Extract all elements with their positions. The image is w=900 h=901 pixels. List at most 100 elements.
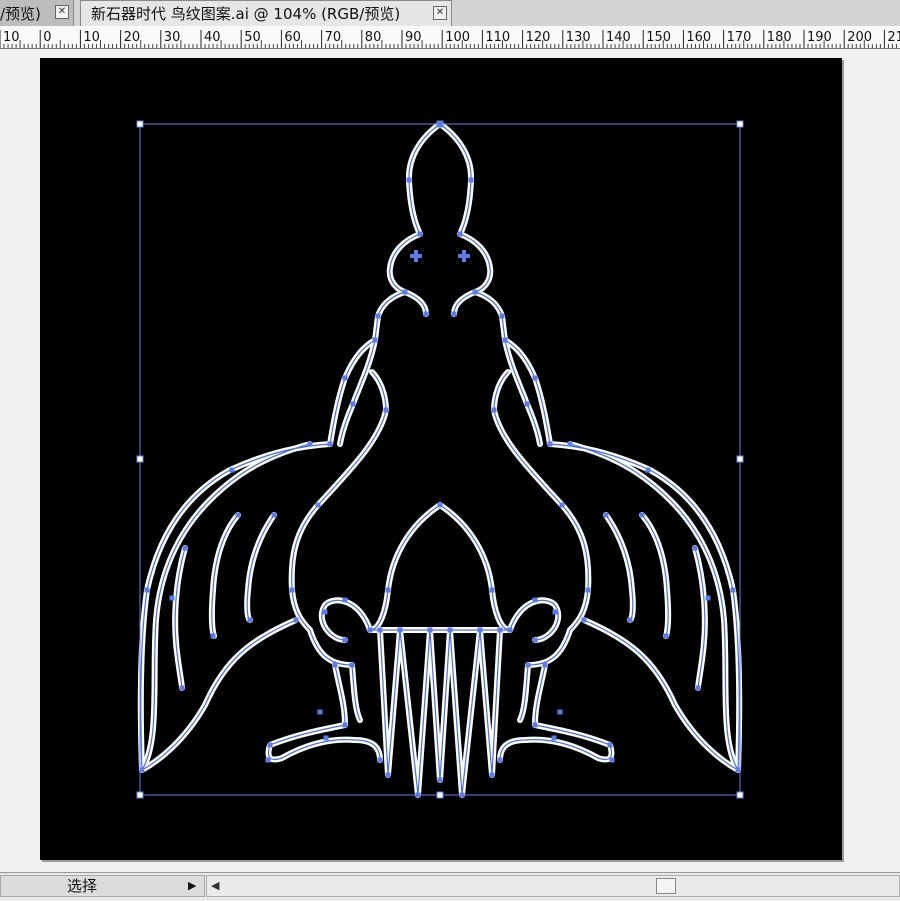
anchor-point[interactable]: [581, 617, 587, 623]
anchor-point[interactable]: [377, 757, 383, 763]
anchor-point[interactable]: [705, 595, 711, 601]
anchor-point[interactable]: [532, 722, 538, 728]
anchor-point[interactable]: [271, 512, 277, 518]
handle-top-left[interactable]: [136, 120, 144, 128]
anchor-point[interactable]: [182, 545, 188, 551]
handle-middle-right[interactable]: [736, 455, 744, 463]
anchor-point[interactable]: [567, 441, 573, 447]
anchor-point[interactable]: [502, 337, 508, 343]
anchor-point[interactable]: [377, 627, 383, 633]
anchor-point[interactable]: [342, 597, 348, 603]
anchor-point[interactable]: [477, 627, 483, 633]
anchor-point[interactable]: [293, 617, 299, 623]
anchor-point[interactable]: [406, 177, 412, 183]
anchor-point[interactable]: [315, 502, 321, 508]
anchor-point[interactable]: [497, 627, 503, 633]
anchor-point[interactable]: [375, 313, 381, 319]
anchor-point[interactable]: [639, 512, 645, 518]
anchor-point[interactable]: [342, 722, 348, 728]
anchor-point[interactable]: [559, 502, 565, 508]
anchor-point[interactable]: [552, 609, 558, 615]
handle-top-right[interactable]: [736, 120, 744, 128]
anchor-point[interactable]: [489, 587, 495, 593]
scroll-thumb[interactable]: [656, 878, 676, 894]
anchor-point[interactable]: [265, 757, 271, 763]
anchor-point[interactable]: [547, 441, 553, 447]
anchor-point[interactable]: [385, 587, 391, 593]
anchor-point[interactable]: [267, 742, 273, 748]
anchor-point[interactable]: [383, 407, 389, 413]
anchor-point[interactable]: [468, 177, 474, 183]
anchor-point[interactable]: [417, 231, 423, 237]
anchor-point[interactable]: [169, 595, 175, 601]
anchor-point[interactable]: [323, 735, 329, 741]
bounding-box-handles[interactable]: [136, 120, 744, 799]
handle-bottom-center[interactable]: [436, 791, 444, 799]
anchor-point[interactable]: [229, 467, 235, 473]
anchor-point[interactable]: [692, 545, 698, 551]
anchor-point[interactable]: [507, 627, 513, 633]
handle-bottom-left[interactable]: [136, 791, 144, 799]
horizontal-scrollbar[interactable]: ◀: [206, 875, 900, 897]
anchor-point[interactable]: [489, 772, 495, 778]
anchor-point[interactable]: [557, 709, 563, 715]
anchor-point[interactable]: [437, 777, 443, 783]
anchor-point[interactable]: [367, 627, 373, 633]
anchor-point[interactable]: [609, 757, 615, 763]
anchor-point[interactable]: [397, 627, 403, 633]
anchor-point[interactable]: [525, 662, 531, 668]
anchor-point[interactable]: [144, 587, 150, 593]
anchor-point[interactable]: [447, 627, 453, 633]
anchor-point[interactable]: [427, 627, 433, 633]
anchor-point[interactable]: [532, 597, 538, 603]
anchor-point[interactable]: [499, 313, 505, 319]
anchor-point[interactable]: [735, 767, 741, 773]
anchor-point[interactable]: [415, 792, 421, 798]
anchor-point[interactable]: [730, 587, 736, 593]
anchor-point[interactable]: [349, 662, 355, 668]
anchor-point[interactable]: [491, 407, 497, 413]
anchor-points[interactable]: [139, 121, 741, 798]
anchor-point[interactable]: [423, 311, 429, 317]
anchor-point[interactable]: [307, 441, 313, 447]
anchor-point[interactable]: [332, 662, 338, 668]
anchor-point[interactable]: [459, 792, 465, 798]
anchor-point[interactable]: [607, 742, 613, 748]
current-tool-field[interactable]: 选择: [0, 875, 205, 897]
anchor-point[interactable]: [322, 609, 328, 615]
anchor-point[interactable]: [532, 637, 538, 643]
anchor-point[interactable]: [603, 512, 609, 518]
anchor-point[interactable]: [472, 289, 478, 295]
anchor-point[interactable]: [385, 772, 391, 778]
status-menu-arrow-icon[interactable]: ▶: [188, 879, 196, 892]
anchor-point[interactable]: [350, 401, 356, 407]
handle-middle-left[interactable]: [136, 455, 144, 463]
anchor-point[interactable]: [437, 121, 443, 127]
anchor-point[interactable]: [645, 467, 651, 473]
anchor-point[interactable]: [627, 617, 633, 623]
anchor-point[interactable]: [235, 512, 241, 518]
anchor-point[interactable]: [695, 685, 701, 691]
anchor-point[interactable]: [289, 587, 295, 593]
anchor-point[interactable]: [663, 633, 669, 639]
anchor-point[interactable]: [402, 289, 408, 295]
anchor-point[interactable]: [542, 662, 548, 668]
anchor-point[interactable]: [437, 502, 443, 508]
anchor-point[interactable]: [317, 709, 323, 715]
handle-bottom-right[interactable]: [736, 791, 744, 799]
anchor-point[interactable]: [210, 633, 216, 639]
anchor-point[interactable]: [372, 337, 378, 343]
anchor-point[interactable]: [247, 617, 253, 623]
anchor-point[interactable]: [532, 375, 538, 381]
anchor-point[interactable]: [457, 231, 463, 237]
anchor-point[interactable]: [327, 441, 333, 447]
anchor-point[interactable]: [342, 375, 348, 381]
selection-bounding-box[interactable]: [139, 123, 741, 796]
anchor-point[interactable]: [585, 587, 591, 593]
anchor-point[interactable]: [451, 311, 457, 317]
anchor-point[interactable]: [524, 401, 530, 407]
anchor-point[interactable]: [497, 757, 503, 763]
bird-pattern-artwork[interactable]: [0, 0, 900, 900]
anchor-point[interactable]: [551, 735, 557, 741]
anchor-point[interactable]: [179, 685, 185, 691]
